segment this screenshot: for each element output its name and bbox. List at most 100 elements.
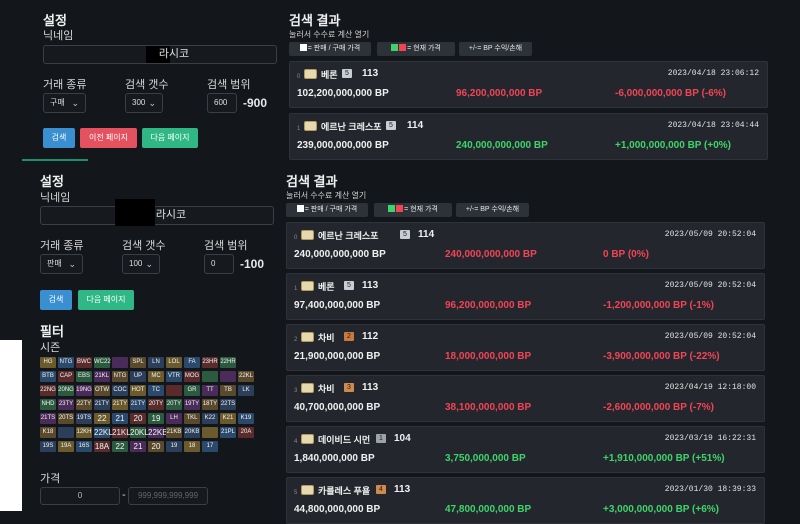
season-filter-tag[interactable]: LK (238, 385, 254, 396)
search-button[interactable]: 검색 (43, 128, 75, 148)
season-filter-tag[interactable]: MC (148, 371, 164, 382)
season-filter-tag[interactable]: 21KB (166, 427, 182, 438)
season-filter-tag[interactable]: 19 (148, 413, 164, 424)
fee-calc-toggle[interactable]: 눌러서 수수료 계산 열기 (286, 190, 366, 201)
season-filter-tag[interactable]: 19TS (76, 413, 92, 424)
season-filter-tag[interactable]: HG (40, 357, 56, 368)
season-filter-tag[interactable]: 19 (166, 441, 182, 452)
result-card[interactable]: 0 베론 5 113 2023/04/18 23:06:12 102,200,0… (289, 61, 768, 108)
season-filter-tag[interactable]: LN (148, 357, 164, 368)
season-filter-tag[interactable]: 20TY (166, 399, 182, 410)
season-filter-tag[interactable]: VTR (166, 371, 182, 382)
season-filter-tag[interactable]: K19 (238, 413, 254, 424)
season-filter-tag[interactable]: 22KB (148, 427, 168, 438)
season-filter-tag[interactable]: 22TS (220, 399, 236, 410)
season-filter-tag[interactable]: LH (166, 413, 182, 424)
season-filter-tag[interactable]: LOL (166, 357, 182, 368)
season-filter-tag[interactable] (166, 385, 182, 396)
season-filter-tag[interactable]: NTG (112, 371, 128, 382)
season-filter-tag[interactable]: SPL (130, 357, 146, 368)
season-filter-tag[interactable]: 23HR (202, 357, 218, 368)
season-filter-tag[interactable]: TT (202, 385, 218, 396)
season-filter-tag[interactable]: 20TS (58, 413, 74, 424)
season-filter-tag[interactable]: TC (148, 385, 164, 396)
result-card[interactable]: 1 에르난 크레스포 5 114 2023/04/18 23:04:44 239… (289, 113, 768, 160)
season-filter-tag[interactable]: K22 (202, 413, 218, 424)
range-input[interactable]: 600 (207, 93, 237, 113)
season-filter-tag[interactable]: 20 (130, 413, 146, 424)
season-filter-tag[interactable]: HOT (130, 385, 146, 396)
season-filter-tag[interactable]: 19NG (76, 385, 92, 396)
season-filter-tag[interactable]: 21TY (112, 399, 128, 410)
season-filter-tag[interactable] (202, 371, 218, 382)
season-filter-tag[interactable]: COC (112, 385, 128, 396)
season-filter-tag[interactable] (220, 371, 236, 382)
season-filter-tag[interactable]: 21 (112, 413, 128, 424)
price-min-input[interactable]: 0 (40, 487, 120, 505)
range-input[interactable]: 0 (204, 254, 234, 274)
season-filter-tag[interactable]: 19S (40, 441, 56, 452)
season-filter-tag[interactable] (112, 357, 128, 368)
season-filter-tag[interactable]: EBS (76, 371, 92, 382)
season-filter-tag[interactable]: BWC (76, 357, 92, 368)
season-filter-tag[interactable]: K21 (220, 413, 236, 424)
season-filter-tag[interactable]: 21PL (220, 427, 236, 438)
count-select[interactable]: 100 ⌄ (122, 254, 160, 274)
season-filter-tag[interactable]: FA (184, 357, 200, 368)
season-filter-tag[interactable] (202, 427, 218, 438)
season-filter-tag[interactable]: 12KH (76, 427, 92, 438)
result-card[interactable]: 2 차비 2 112 2023/05/09 20:52:04 21,900,000,000… (286, 324, 765, 371)
season-filter-tag[interactable]: 20 (148, 441, 164, 452)
result-card[interactable]: 3 차비 3 113 2023/04/19 12:18:00 40,700,000,000… (286, 375, 765, 422)
nickname-field[interactable]: 라시코 (43, 45, 277, 64)
prev-page-button[interactable]: 이전 페이지 (80, 128, 137, 148)
season-filter-tag[interactable]: 20KB (184, 427, 200, 438)
result-card[interactable]: 0 에르난 크레스포 5 114 2023/05/09 20:52:04 240,000,… (286, 222, 765, 269)
price-max-input[interactable]: 999,999,999,999 (128, 487, 208, 505)
season-filter-tag[interactable]: 21KL (112, 427, 131, 438)
trade-type-select[interactable]: 구매 ⌄ (43, 93, 86, 113)
result-card[interactable]: 4 데이비드 시먼 1 104 2023/03/19 16:22:31 1,840,000… (286, 426, 765, 473)
season-filter-tag[interactable]: 21 (130, 441, 146, 452)
season-filter-tag[interactable]: 22KL (238, 371, 254, 382)
trade-type-select[interactable]: 판매 ⌄ (40, 254, 83, 274)
season-filter-tag[interactable]: WC22 (94, 357, 111, 368)
season-filter-tag[interactable]: 22KL (94, 427, 113, 438)
season-filter-tag[interactable]: 20A (238, 427, 254, 438)
season-filter-tag[interactable]: 22HR (220, 357, 236, 368)
season-filter-tag[interactable]: 22 (112, 441, 128, 452)
season-filter-tag[interactable]: TKL (184, 413, 200, 424)
season-filter-tag[interactable]: 16S (76, 441, 92, 452)
season-filter-tag[interactable]: 21KL (94, 371, 110, 382)
result-card[interactable]: 1 베론 5 113 2023/05/09 20:52:04 97,400,000,000… (286, 273, 765, 320)
season-filter-tag[interactable]: 17 (202, 441, 218, 452)
season-filter-tag[interactable]: TB (220, 385, 236, 396)
next-page-button[interactable]: 다음 페이지 (78, 290, 134, 310)
season-filter-tag[interactable] (58, 427, 74, 438)
season-filter-tag[interactable]: 21TS (40, 413, 56, 424)
season-filter-tag[interactable]: 18 (184, 441, 200, 452)
nickname-field[interactable]: 라시코 (40, 199, 274, 226)
season-filter-tag[interactable]: 18TY (202, 399, 218, 410)
next-page-button[interactable]: 다음 페이지 (142, 128, 198, 148)
season-filter-tag[interactable]: 22 (94, 413, 110, 424)
season-filter-tag[interactable]: K18 (40, 427, 56, 438)
season-filter-tag[interactable]: NHD (40, 399, 56, 410)
season-filter-tag[interactable]: BTB (40, 371, 56, 382)
season-filter-tag[interactable]: NTG (58, 357, 74, 368)
count-select[interactable]: 300 ⌄ (125, 93, 163, 113)
season-filter-tag[interactable]: 21TY (94, 399, 110, 410)
season-filter-tag[interactable]: 20KL (130, 427, 149, 438)
search-button[interactable]: 검색 (40, 290, 72, 310)
season-filter-tag[interactable]: 20NG (58, 385, 74, 396)
season-filter-tag[interactable]: 19A (58, 441, 74, 452)
season-filter-tag[interactable]: GR (184, 385, 200, 396)
season-filter-tag[interactable]: 20TY (148, 399, 164, 410)
season-filter-tag[interactable]: 22NG (40, 385, 56, 396)
season-filter-tag[interactable]: 23TY (58, 399, 74, 410)
season-filter-tag[interactable]: 22TY (76, 399, 92, 410)
season-filter-tag[interactable]: UP (130, 371, 146, 382)
fee-calc-toggle[interactable]: 눌러서 수수료 계산 열기 (289, 29, 369, 40)
season-filter-tag[interactable]: 21TY (130, 399, 146, 410)
season-filter-tag[interactable]: 19TY (184, 399, 200, 410)
